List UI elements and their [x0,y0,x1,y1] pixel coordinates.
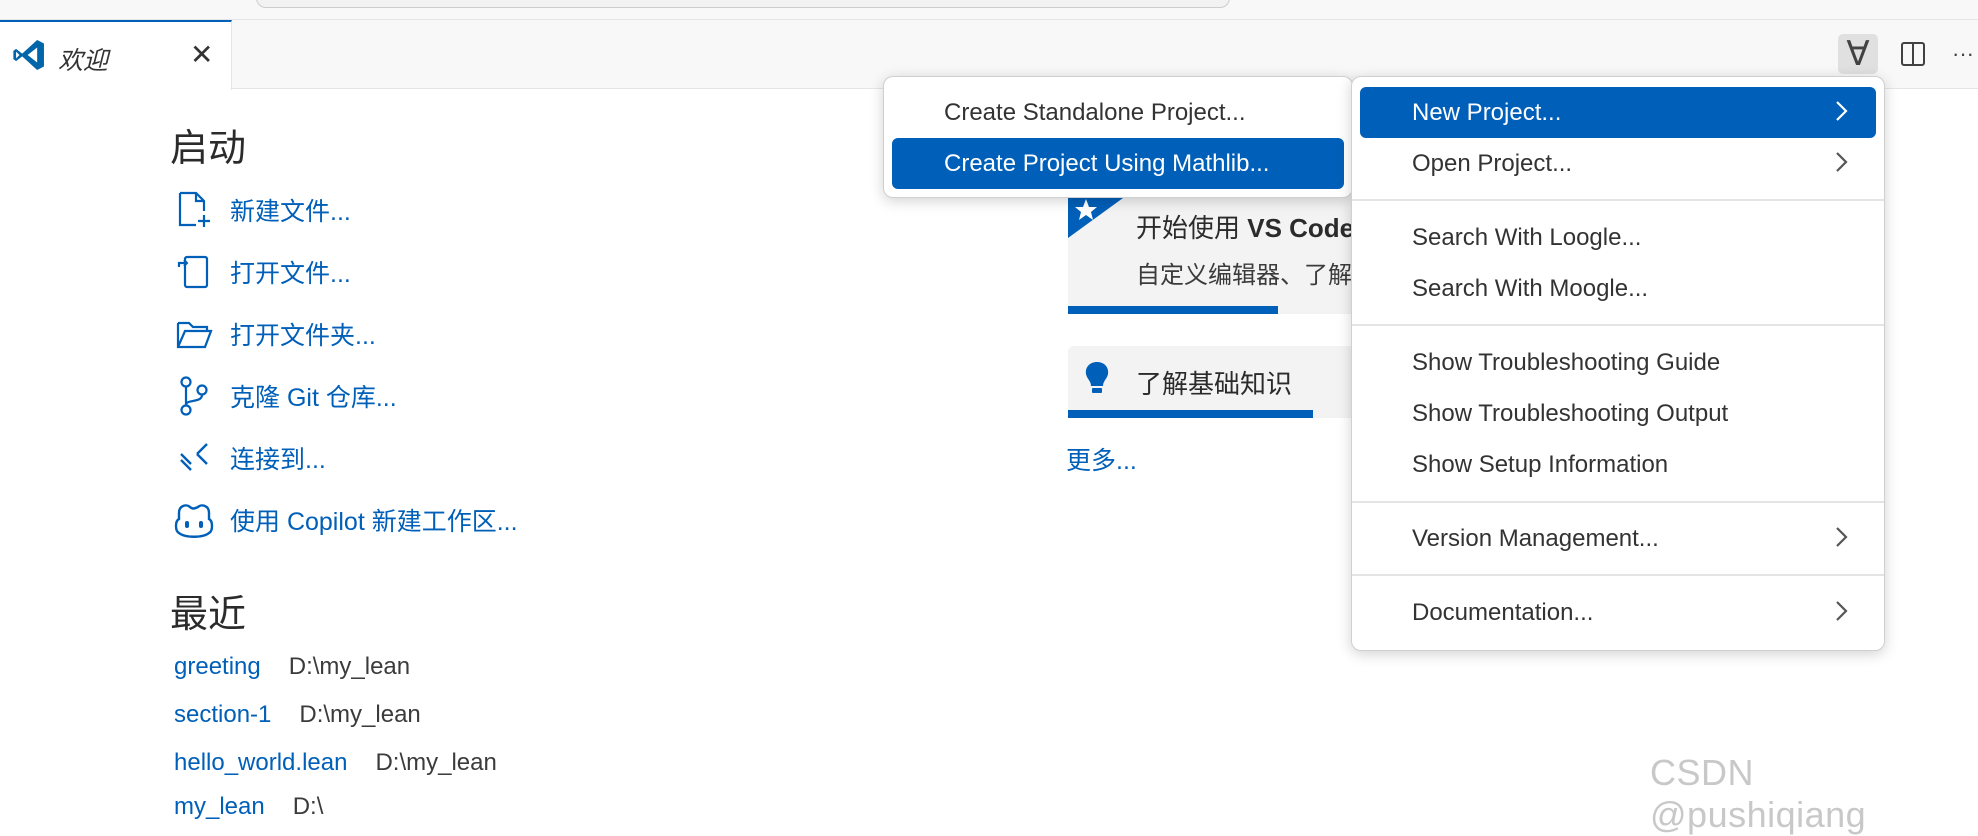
connect-to-label: 连接到... [230,446,326,474]
menu-item-setup-information[interactable]: Show Setup Information [1360,439,1876,490]
tab-welcome[interactable]: 欢迎 ✕ [0,20,232,90]
vscode-logo-icon [13,40,44,70]
recent-item-path: D:\my_lean [288,653,411,680]
chevron-right-icon [1836,101,1848,121]
menu-item-open-project[interactable]: Open Project... [1360,138,1876,189]
open-folder-icon [172,312,216,356]
command-center[interactable] [256,0,1230,8]
get-started-title: 开始使用 VS Code [1136,213,1355,243]
menu-separator [1352,324,1884,326]
recent-item-name[interactable]: section-1 [174,701,271,729]
menu-item-label: Search With Loogle... [1412,223,1642,251]
copilot-workspace-link[interactable]: 使用 Copilot 新建工作区... [172,498,518,542]
menu-item-search-loogle[interactable]: Search With Loogle... [1360,212,1876,263]
recent-item[interactable]: my_lean D:\ [174,793,323,821]
lean-menu-button[interactable]: ∀ [1838,34,1878,74]
menu-item-label: Documentation... [1412,598,1594,626]
copilot-icon [172,498,216,542]
more-walkthroughs-link[interactable]: 更多... [1066,441,1137,477]
menu-item-label: Show Troubleshooting Guide [1412,348,1721,376]
recent-item[interactable]: greeting D:\my_lean [174,653,410,681]
recent-item-name[interactable]: hello_world.lean [174,749,347,777]
open-file-icon [172,250,216,294]
progress-bar [1068,306,1278,314]
menu-item-label: Open Project... [1412,149,1573,177]
recent-item-name[interactable]: greeting [174,653,261,681]
tab-title: 欢迎 [58,47,109,75]
menu-item-label: Create Standalone Project... [944,98,1246,126]
chevron-right-icon [1836,152,1848,172]
menu-item-label: Create Project Using Mathlib... [944,149,1270,177]
menu-separator [1352,199,1884,201]
clone-git-link[interactable]: 克隆 Git 仓库... [172,374,397,418]
progress-bar [1068,410,1313,418]
menu-item-label: Show Setup Information [1412,450,1669,478]
copilot-workspace-label: 使用 Copilot 新建工作区... [230,508,518,536]
source-control-icon [172,374,216,418]
menu-item-label: Show Troubleshooting Output [1412,399,1729,427]
menu-item-troubleshooting-output[interactable]: Show Troubleshooting Output [1360,388,1876,439]
get-started-desc: 自定义编辑器、了解 [1136,262,1352,289]
menu-separator [1352,574,1884,576]
chevron-right-icon [1836,527,1848,547]
menu-item-documentation[interactable]: Documentation... [1360,587,1876,638]
menu-item-version-management[interactable]: Version Management... [1360,513,1876,564]
menu-item-label: Version Management... [1412,524,1659,552]
close-icon[interactable]: ✕ [190,38,213,72]
forall-icon: ∀ [1846,34,1870,74]
open-folder-link[interactable]: 打开文件夹... [172,312,376,356]
menu-item-label: Search With Moogle... [1412,274,1649,302]
new-project-submenu: Create Standalone Project... Create Proj… [883,76,1353,198]
recent-item[interactable]: hello_world.lean D:\my_lean [174,749,497,777]
new-file-link[interactable]: 新建文件... [172,188,351,232]
start-heading: 启动 [170,128,247,170]
menu-item-new-project[interactable]: New Project... [1360,87,1876,138]
chevron-right-icon [1836,601,1848,621]
menu-item-troubleshooting-guide[interactable]: Show Troubleshooting Guide [1360,337,1876,388]
walkthrough-learn-basics[interactable]: 了解基础知识 [1068,346,1368,418]
open-file-link[interactable]: 打开文件... [172,250,351,294]
recent-item-path: D:\ [292,793,324,820]
menu-item-create-mathlib[interactable]: Create Project Using Mathlib... [892,138,1344,189]
new-file-label: 新建文件... [230,198,351,226]
lightbulb-icon [1085,362,1109,393]
recent-item-path: D:\my_lean [375,749,497,776]
menu-item-create-standalone[interactable]: Create Standalone Project... [892,87,1344,138]
open-folder-label: 打开文件夹... [230,322,376,350]
recent-heading: 最近 [170,594,247,636]
menu-separator [1352,501,1884,503]
menu-item-search-moogle[interactable]: Search With Moogle... [1360,263,1876,314]
open-file-label: 打开文件... [230,260,351,288]
watermark: CSDN @pushiqiang [1650,752,1867,835]
new-file-icon [172,188,216,232]
connect-to-link[interactable]: 连接到... [172,436,326,480]
ellipsis-icon: ··· [1952,41,1974,66]
lean-dropdown-menu: New Project... Open Project... Search Wi… [1351,76,1885,651]
split-editor-icon [1901,42,1925,66]
more-actions-button[interactable]: ··· [1943,34,1978,74]
remote-icon [172,436,216,480]
split-editor-button[interactable] [1893,34,1933,74]
recent-item-path: D:\my_lean [299,701,421,728]
recent-item[interactable]: section-1 D:\my_lean [174,701,421,729]
menu-item-label: New Project... [1412,98,1562,126]
recent-item-name[interactable]: my_lean [174,793,265,821]
learn-basics-title: 了解基础知识 [1136,369,1293,399]
clone-git-label: 克隆 Git 仓库... [230,384,397,412]
